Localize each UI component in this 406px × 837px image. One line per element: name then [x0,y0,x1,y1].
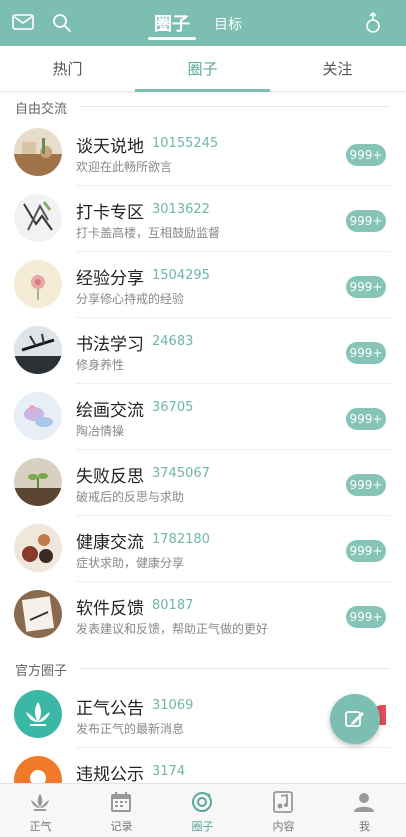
unread-badge: 999+ [346,342,386,364]
circle-desc: 陶冶情操 [76,424,125,438]
circle-desc: 欢迎在此畅所欲言 [76,160,173,174]
unread-badge: 999+ [346,540,386,562]
circle-name: 绘画交流 [76,401,144,421]
circle-name: 违规公示 [76,765,144,785]
circle-item-health[interactable]: 健康交流 1782180 症状求助，健康分享 999+ [0,516,406,582]
nav-label: 我 [359,820,370,833]
nav-label: 圈子 [191,820,214,833]
circle-item-chat[interactable]: 谈天说地 10155245 欢迎在此畅所欲言 999+ [0,120,406,186]
circle-count: 1782180 [152,532,210,547]
mail-icon[interactable] [12,14,34,30]
sub-tabs: 热门 圈子 关注 [0,46,406,92]
circle-item-painting[interactable]: 绘画交流 36705 陶冶情操 999+ [0,384,406,450]
male-symbol-icon[interactable] [364,12,382,34]
unread-badge: 999+ [346,606,386,628]
circle-item-feedback[interactable]: 软件反馈 80187 发表建议和反馈，帮助正气做的更好 999+ [0,582,406,648]
circle-count: 3174 [152,764,186,779]
search-icon[interactable] [52,13,72,33]
circle-count: 24683 [152,334,194,349]
circle-desc: 修身养性 [76,358,125,372]
section-divider [80,668,390,669]
avatar [14,260,62,308]
avatar [14,458,62,506]
avatar [14,392,62,440]
nav-me[interactable]: 我 [324,784,405,837]
lotus-icon [31,794,49,811]
circle-desc: 症状求助，健康分享 [76,556,185,570]
circle-name: 打卡专区 [76,203,144,223]
subtab-circle[interactable]: 圈子 [135,46,270,92]
circle-item-calligraphy[interactable]: 书法学习 24683 修身养性 999+ [0,318,406,384]
section-official-label: 官方圈子 [15,664,68,679]
circle-name: 正气公告 [76,699,144,719]
circle-count: 3013622 [152,202,210,217]
subtab-follow[interactable]: 关注 [270,46,405,92]
circle-count: 31069 [152,698,194,713]
avatar [14,524,62,572]
bottom-nav: 正气 记录 圈子 内容 我 [0,783,406,837]
tab-circle-label: 圈子 [154,14,190,35]
music-note-icon [273,791,293,813]
edit-icon [345,711,364,727]
tab-active-indicator [148,37,196,40]
unread-badge: 999+ [346,144,386,166]
circle-refresh-icon [192,792,212,812]
circle-count: 1504295 [152,268,210,283]
circle-item-experience[interactable]: 经验分享 1504295 分享修心持戒的经验 999+ [0,252,406,318]
circle-desc: 分享修心持戒的经验 [76,292,185,306]
unread-badge: 999+ [346,210,386,232]
circle-name: 谈天说地 [76,137,144,157]
tab-circle[interactable]: 圈子 [148,10,196,40]
circle-name: 失败反思 [76,467,144,487]
tab-target[interactable]: 目标 [214,14,242,34]
avatar [14,590,62,638]
section-free-label: 自由交流 [15,102,68,117]
avatar [14,690,62,738]
avatar [14,326,62,374]
circle-item-checkin[interactable]: 打卡专区 3013622 打卡盖高楼，互相鼓励监督 999+ [0,186,406,252]
nav-circle[interactable]: 圈子 [162,784,243,837]
circle-name: 健康交流 [76,533,144,553]
circle-desc: 发表建议和反馈，帮助正气做的更好 [76,622,269,636]
nav-label: 内容 [272,820,295,833]
nav-zhengqi[interactable]: 正气 [0,784,81,837]
nav-label: 记录 [110,820,133,833]
circle-count: 3745067 [152,466,210,481]
circle-desc: 打卡盖高楼，互相鼓励监督 [76,226,221,240]
unread-badge: 999+ [346,408,386,430]
section-divider [80,106,390,107]
circle-item-reflection[interactable]: 失败反思 3745067 破戒后的反思与求助 999+ [0,450,406,516]
circle-count: 36705 [152,400,194,415]
circle-desc: 发布正气的最新消息 [76,722,185,736]
circle-count: 80187 [152,598,194,613]
unread-badge: 999+ [346,276,386,298]
nav-content[interactable]: 内容 [243,784,324,837]
user-icon [354,793,374,812]
nav-label: 正气 [29,820,52,833]
compose-button[interactable] [330,694,380,744]
circle-name: 软件反馈 [76,599,144,619]
calendar-icon [111,792,131,812]
unread-badge: 999+ [346,474,386,496]
subtab-hot[interactable]: 热门 [0,46,135,92]
avatar [14,194,62,242]
nav-record[interactable]: 记录 [81,784,162,837]
circle-count: 10155245 [152,136,219,151]
circle-name: 书法学习 [76,335,144,355]
top-bar: 圈子 目标 [0,0,406,46]
circle-desc: 破戒后的反思与求助 [76,490,185,504]
avatar [14,128,62,176]
circle-name: 经验分享 [76,269,144,289]
